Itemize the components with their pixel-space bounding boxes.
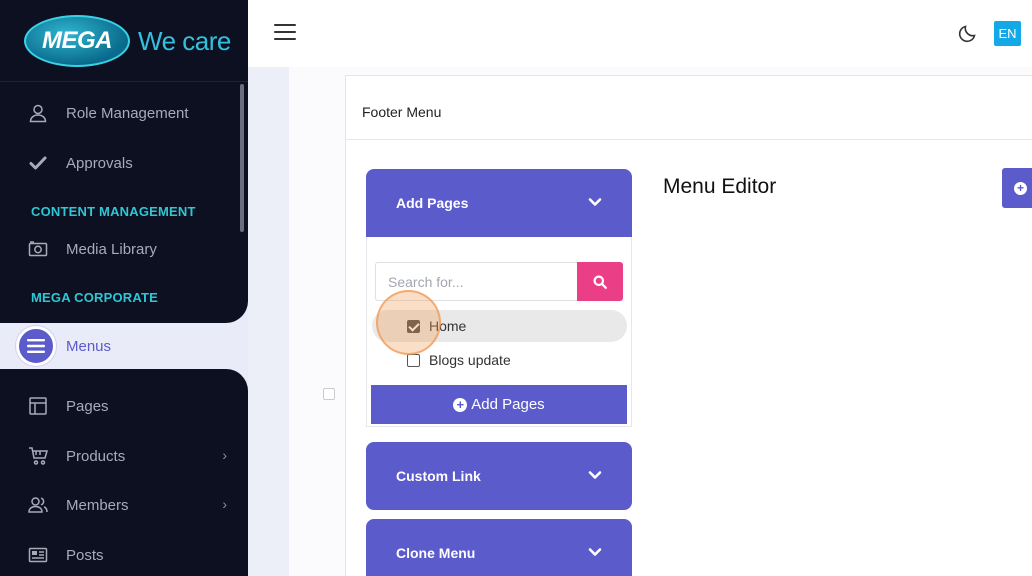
hamburger-icon[interactable]: [274, 24, 296, 42]
sidebar-top-panel: MEGA We care Role Management Approvals C…: [0, 0, 248, 323]
accordion-label: Clone Menu: [396, 545, 476, 561]
sidebar-item-products[interactable]: Products ›: [28, 444, 233, 468]
layout-icon: [29, 397, 47, 415]
sidebar-item-members[interactable]: Members ›: [28, 493, 233, 517]
add-menu-item-button[interactable]: +: [1002, 168, 1032, 208]
home-checkbox[interactable]: [407, 319, 420, 333]
plus-circle-icon: +: [1014, 181, 1027, 195]
language-button[interactable]: EN: [994, 21, 1021, 46]
section-content-management: CONTENT MANAGEMENT: [31, 204, 196, 219]
sidebar-item-label: Posts: [66, 546, 104, 564]
add-pages-button[interactable]: + Add Pages: [371, 385, 627, 424]
list-item[interactable]: Blogs update: [372, 344, 627, 376]
top-header: EN: [248, 0, 1032, 67]
option-label: Home: [429, 318, 467, 334]
sidebar-scrollbar[interactable]: [240, 84, 244, 232]
sidebar-item-label: Media Library: [66, 240, 157, 258]
button-label: Add Pages: [471, 396, 545, 413]
search-button[interactable]: [577, 262, 623, 301]
search-icon: [593, 275, 607, 289]
sidebar-item-menus[interactable]: Menus: [16, 325, 196, 367]
accordion-clone-menu[interactable]: Clone Menu: [366, 519, 632, 576]
sidebar-item-label: Products: [66, 447, 126, 465]
card-title: Footer Menu: [362, 104, 442, 120]
logo-badge: MEGA: [24, 15, 130, 67]
sidebar-bottom-panel: Pages Products › Members › Posts: [0, 369, 248, 576]
accordion-custom-link[interactable]: Custom Link: [366, 442, 632, 510]
logo-tagline: We care: [138, 25, 231, 56]
sidebar-item-media-library[interactable]: Media Library: [28, 237, 233, 261]
section-mega-corporate: MEGA CORPORATE: [31, 290, 159, 305]
moon-icon[interactable]: [958, 23, 978, 43]
chevron-down-icon: [588, 471, 602, 479]
sidebar-item-label: Members: [66, 496, 129, 514]
plus-circle-icon: +: [453, 397, 468, 412]
sidebar-item-label: Role Management: [66, 104, 189, 122]
accordion-label: Add Pages: [396, 195, 469, 211]
blogs-checkbox[interactable]: [407, 353, 420, 367]
sidebar-item-approvals[interactable]: Approvals: [28, 151, 233, 175]
option-label: Blogs update: [429, 352, 511, 368]
chevron-right-icon: ›: [222, 496, 227, 512]
sidebar-item-role-management[interactable]: Role Management: [28, 101, 233, 125]
newspaper-icon: [28, 547, 48, 563]
search-input[interactable]: [375, 262, 577, 301]
sidebar-divider: [0, 81, 248, 82]
menu-lines-icon: [16, 326, 56, 366]
list-item[interactable]: Home: [372, 310, 627, 342]
chevron-down-icon: [588, 548, 602, 556]
check-icon: [29, 156, 47, 170]
sidebar-item-label: Approvals: [66, 154, 133, 172]
menu-editor-title: Menu Editor: [663, 175, 777, 198]
card-header: Footer Menu: [346, 76, 1032, 140]
accordion-add-pages[interactable]: Add Pages: [366, 169, 632, 237]
accordion-label: Custom Link: [396, 468, 481, 484]
chevron-right-icon: ›: [222, 447, 227, 463]
row-checkbox[interactable]: [323, 388, 335, 400]
sidebar-item-pages[interactable]: Pages: [28, 394, 233, 418]
sidebar: MEGA We care Role Management Approvals C…: [0, 0, 248, 576]
logo[interactable]: MEGA We care: [24, 14, 231, 68]
sidebar-item-label: Menus: [66, 337, 112, 355]
camera-icon: [28, 241, 48, 257]
sidebar-item-label: Pages: [66, 397, 109, 415]
user-icon: [29, 104, 47, 123]
cart-icon: [29, 447, 48, 465]
sidebar-item-posts[interactable]: Posts: [28, 543, 233, 567]
users-icon: [28, 497, 48, 513]
chevron-down-icon: [588, 198, 602, 206]
